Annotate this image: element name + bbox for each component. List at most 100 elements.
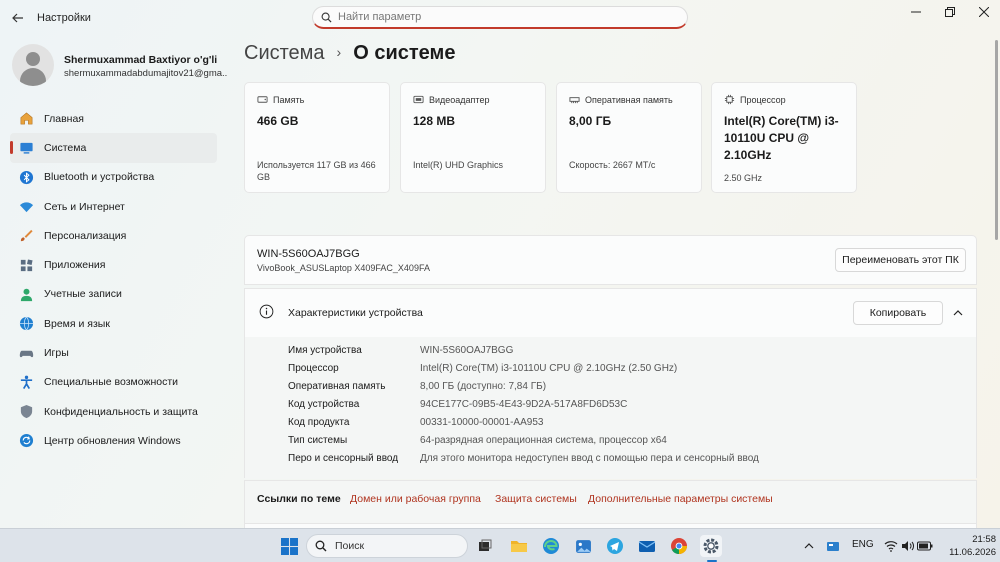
device-specs-body: Имя устройства WIN-5S60OAJ7BGG Процессор I… (245, 337, 976, 479)
ram-card[interactable]: Оперативная память 8,00 ГБ Скорость: 266… (556, 82, 702, 193)
pc-name-card: WIN-5S60OAJ7BGG VivoBook_ASUSLaptop X409… (244, 235, 977, 285)
file-explorer-icon[interactable] (508, 535, 530, 557)
task-view-icon[interactable] (474, 535, 496, 557)
sidebar-item-home[interactable]: Главная (10, 104, 217, 133)
storage-card[interactable]: Память 466 GB Используется 117 GB из 466… (244, 82, 390, 193)
chevron-up-icon[interactable] (952, 306, 964, 324)
telegram-icon[interactable] (604, 535, 626, 557)
settings-app-icon[interactable] (700, 535, 722, 562)
clock-time: 21:58 (972, 534, 996, 545)
page-title: О системе (353, 42, 456, 64)
spec-value: Intel(R) Core(TM) i3-10110U CPU @ 2.10GH… (420, 363, 678, 374)
photos-icon[interactable] (572, 535, 594, 557)
chevron-up-icon[interactable] (798, 535, 820, 557)
spec-value: 8,00 ГБ (доступно: 7,84 ГБ) (420, 381, 547, 392)
brush-icon (18, 228, 34, 244)
sidebar-item-label: Приложения (44, 259, 106, 272)
apps-icon (18, 257, 34, 273)
sidebar-item-system[interactable]: Система (10, 133, 217, 163)
sidebar-item-windows-update[interactable]: Центр обновления Windows (10, 426, 217, 455)
card-value: Intel(R) Core(TM) i3-10110U CPU @ 2.10GH… (724, 114, 839, 162)
sidebar-item-privacy[interactable]: Конфиденциальность и защита (10, 397, 217, 426)
spec-row: Перо и сенсорный ввод Для этого монитора … (288, 453, 968, 471)
arrow-left-icon (12, 13, 23, 23)
sidebar-item-label: Bluetooth и устройства (44, 171, 155, 184)
sidebar-item-personalization[interactable]: Персонализация (10, 221, 217, 250)
sidebar-item-label: Учетные записи (44, 288, 122, 301)
shield-icon (18, 404, 34, 420)
sidebar-item-bluetooth[interactable]: Bluetooth и устройства (10, 163, 217, 192)
storage-icon (257, 94, 268, 105)
spec-key: Процессор (288, 363, 339, 374)
spec-row: Код продукта 00331-10000-00001-AA953 (288, 417, 968, 435)
app-title: Настройки (37, 12, 91, 24)
close-button[interactable] (966, 3, 1000, 21)
sidebar-item-gaming[interactable]: Игры (10, 338, 217, 367)
maximize-button[interactable] (932, 3, 968, 21)
cpu-card[interactable]: Процессор Intel(R) Core(TM) i3-10110U CP… (711, 82, 857, 193)
spec-value: Для этого монитора недоступен ввод с пом… (420, 453, 759, 464)
cpu-icon (724, 94, 735, 105)
taskbar: Поиск ENG 21:58 11.06.2026 (0, 528, 1000, 562)
close-icon (979, 7, 989, 17)
scrollbar[interactable] (995, 40, 998, 240)
spec-key: Оперативная память (288, 381, 386, 392)
chrome-icon[interactable] (668, 535, 690, 557)
back-button[interactable] (8, 8, 28, 28)
spec-value: WIN-5S60OAJ7BGG (420, 345, 514, 356)
taskbar-search[interactable]: Поиск (306, 534, 468, 558)
breadcrumb-parent[interactable]: Система (244, 42, 325, 64)
spec-value: 94CE177C-09B5-4E43-9D2A-517A8FD6D53C (420, 399, 628, 410)
battery-icon[interactable] (914, 535, 936, 557)
sidebar-item-network[interactable]: Сеть и Интернет (10, 192, 217, 221)
card-subtitle: Скорость: 2667 МТ/с (569, 160, 656, 170)
mail-app-icon[interactable] (636, 535, 658, 557)
language-indicator[interactable]: ENG (852, 539, 874, 550)
pc-model: VivoBook_ASUSLaptop X409FAC_X409FA (257, 263, 430, 273)
wifi-icon (18, 199, 34, 215)
card-title: Видеоадаптер (429, 94, 490, 105)
rename-pc-button[interactable]: Переименовать этот ПК (835, 248, 966, 272)
card-title: Оперативная память (585, 94, 673, 105)
card-title: Процессор (740, 94, 786, 105)
link-advanced-system-settings[interactable]: Дополнительные параметры системы (588, 493, 773, 505)
card-title: Память (273, 94, 305, 105)
gpu-card[interactable]: Видеоадаптер 128 MB Intel(R) UHD Graphic… (400, 82, 546, 193)
settings-search[interactable] (312, 6, 688, 29)
restore-icon (945, 7, 955, 17)
tray-app-icon[interactable] (822, 535, 844, 557)
device-specs-section: Характеристики устройства Копировать Имя… (244, 288, 977, 479)
link-domain-workgroup[interactable]: Домен или рабочая группа (350, 493, 481, 505)
sidebar-item-label: Время и язык (44, 317, 110, 330)
sidebar-item-label: Специальные возможности (44, 376, 179, 389)
related-links: Ссылки по теме Домен или рабочая группа … (244, 480, 977, 524)
sidebar-item-accessibility[interactable]: Специальные возможности (10, 368, 217, 397)
taskbar-clock[interactable]: 21:58 11.06.2026 (938, 533, 996, 559)
minimize-button[interactable] (898, 3, 934, 21)
spec-row: Тип системы 64-разрядная операционная сис… (288, 435, 968, 453)
spec-key: Тип системы (288, 435, 348, 446)
device-specs-title: Характеристики устройства (288, 307, 423, 319)
search-input[interactable] (338, 11, 658, 23)
sidebar-item-accounts[interactable]: Учетные записи (10, 280, 217, 309)
device-specs-header[interactable]: Характеристики устройства Копировать (245, 289, 976, 337)
gamepad-icon (18, 345, 34, 361)
sidebar-item-apps[interactable]: Приложения (10, 250, 217, 279)
profile-name: Shermuxammad Baxtiyor o'g'li (64, 54, 218, 66)
user-profile[interactable]: Shermuxammad Baxtiyor o'g'li shermuxamma… (12, 42, 228, 86)
sidebar-item-label: Персонализация (44, 229, 127, 242)
card-subtitle: Используется 117 GB из 466 GB (257, 160, 376, 182)
accounts-icon (18, 286, 34, 302)
sidebar-item-time-language[interactable]: Время и язык (10, 309, 217, 338)
link-system-protection[interactable]: Защита системы (495, 493, 577, 505)
accessibility-icon (18, 374, 34, 390)
edge-browser-icon[interactable] (540, 535, 562, 557)
gpu-icon (413, 94, 424, 105)
spec-value: 00331-10000-00001-AA953 (420, 417, 544, 428)
update-icon (18, 433, 34, 449)
breadcrumb: Система › О системе (244, 42, 455, 65)
start-button[interactable] (278, 535, 300, 557)
spec-key: Имя устройства (288, 345, 362, 356)
sidebar-item-label: Конфиденциальность и защита (44, 405, 198, 418)
copy-specs-button[interactable]: Копировать (853, 301, 943, 325)
